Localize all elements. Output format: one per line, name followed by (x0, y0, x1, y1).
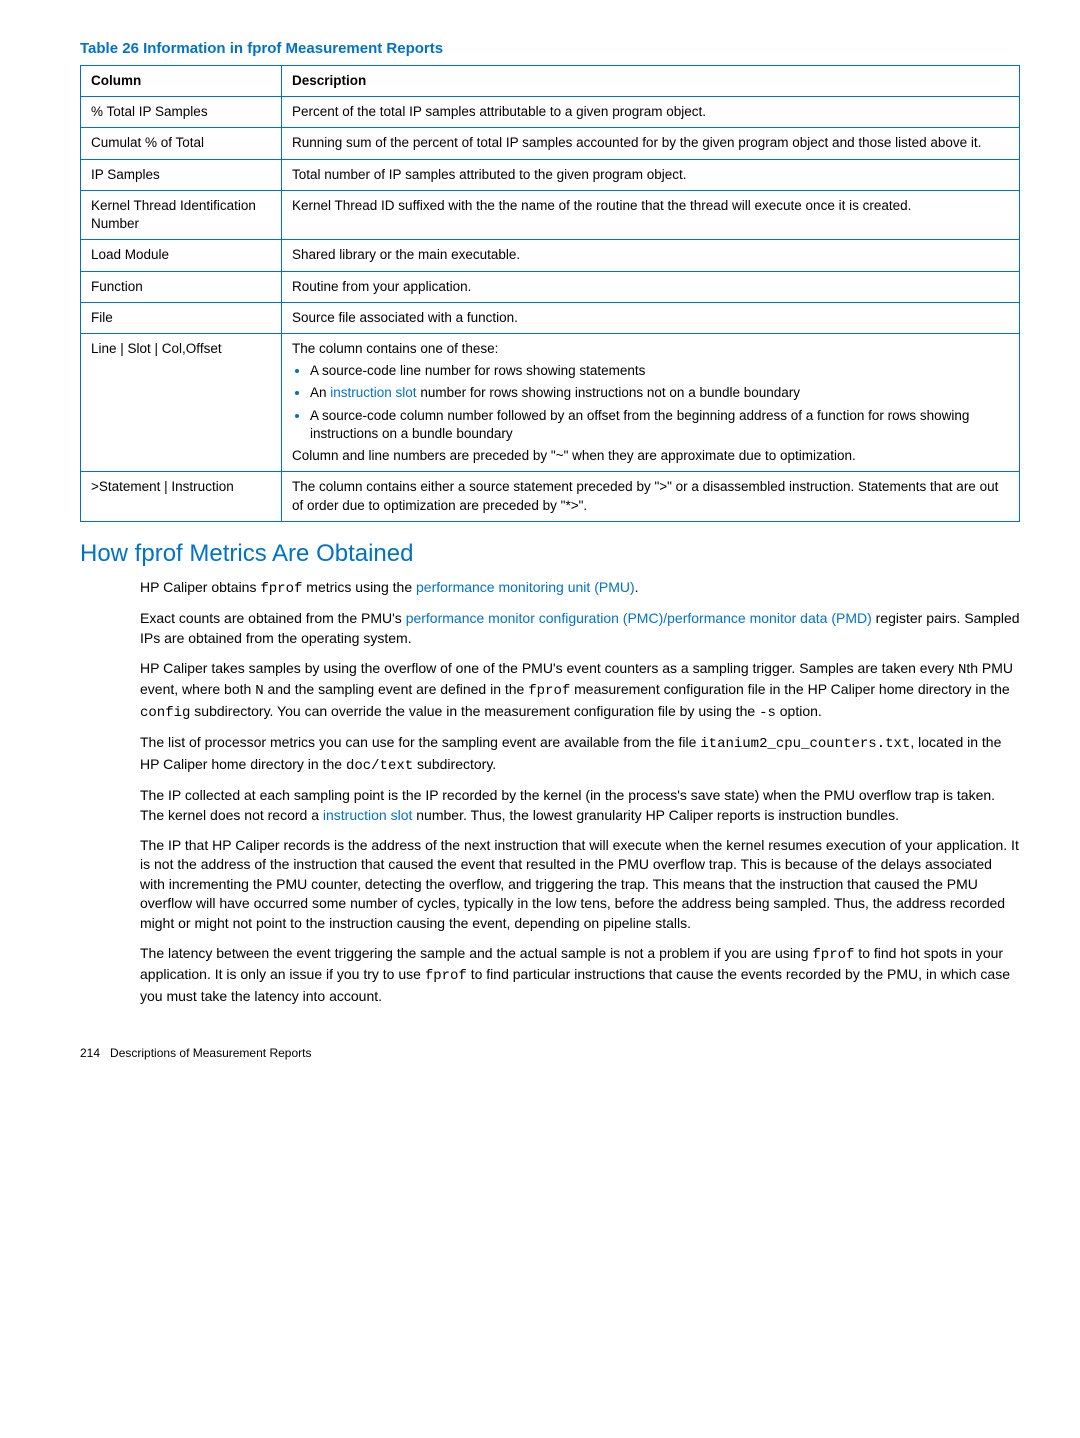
info-table: Column Description % Total IP Samples Pe… (80, 65, 1020, 522)
text: metrics using the (302, 579, 416, 595)
text: . (635, 579, 639, 595)
cell-column: Cumulat % of Total (81, 128, 282, 159)
cell-description: Shared library or the main executable. (282, 240, 1020, 271)
text: number for rows showing instructions not… (417, 385, 800, 400)
text: number. Thus, the lowest granularity HP … (412, 807, 899, 823)
cell-column: Kernel Thread Identification Number (81, 190, 282, 239)
page-number: 214 (80, 1046, 100, 1060)
cell-description: The column contains one of these: A sour… (282, 333, 1020, 471)
header-description: Description (282, 66, 1020, 97)
cell-description: Source file associated with a function. (282, 302, 1020, 333)
text: subdirectory. You can override the value… (190, 703, 759, 719)
pmc-pmd-link[interactable]: performance monitor configuration (PMC)/… (406, 610, 872, 626)
code: fprof (260, 581, 302, 597)
list-item: A source-code column number followed by … (310, 407, 1009, 443)
text: The latency between the event triggering… (140, 945, 812, 961)
paragraph: The latency between the event triggering… (140, 944, 1020, 1007)
table-row: Function Routine from your application. (81, 271, 1020, 302)
text: Exact counts are obtained from the PMU's (140, 610, 406, 626)
cell-description: Routine from your application. (282, 271, 1020, 302)
paragraph: HP Caliper takes samples by using the ov… (140, 659, 1020, 724)
code: doc/text (346, 758, 413, 774)
instruction-slot-link[interactable]: instruction slot (323, 807, 412, 823)
text: measurement configuration file in the HP… (570, 681, 1009, 697)
cell-description: Percent of the total IP samples attribut… (282, 97, 1020, 128)
table-row: Load Module Shared library or the main e… (81, 240, 1020, 271)
list-item: A source-code line number for rows showi… (310, 362, 1009, 380)
table-row: Line | Slot | Col,Offset The column cont… (81, 333, 1020, 471)
cell-column: % Total IP Samples (81, 97, 282, 128)
text: HP Caliper obtains (140, 579, 260, 595)
text: option. (776, 703, 822, 719)
chapter-title: Descriptions of Measurement Reports (110, 1046, 311, 1060)
header-column: Column (81, 66, 282, 97)
text: and the sampling event are defined in th… (264, 681, 529, 697)
paragraph: The list of processor metrics you can us… (140, 733, 1020, 776)
paragraph: The IP collected at each sampling point … (140, 786, 1020, 825)
text: HP Caliper takes samples by using the ov… (140, 660, 958, 676)
table-row: % Total IP Samples Percent of the total … (81, 97, 1020, 128)
cell-column: >Statement | Instruction (81, 472, 282, 521)
code: fprof (812, 947, 854, 963)
cell-description: Kernel Thread ID suffixed with the the n… (282, 190, 1020, 239)
cell-column: Function (81, 271, 282, 302)
table-row: Cumulat % of Total Running sum of the pe… (81, 128, 1020, 159)
pmu-link[interactable]: performance monitoring unit (PMU) (416, 579, 635, 595)
table-header-row: Column Description (81, 66, 1020, 97)
code: -s (759, 705, 776, 721)
paragraph: The IP that HP Caliper records is the ad… (140, 836, 1020, 934)
code: config (140, 705, 190, 721)
code: N (255, 683, 263, 699)
paragraph: HP Caliper obtains fprof metrics using t… (140, 578, 1020, 600)
cell-outro: Column and line numbers are preceded by … (292, 448, 856, 463)
cell-intro: The column contains one of these: (292, 341, 498, 356)
cell-column: File (81, 302, 282, 333)
instruction-slot-link[interactable]: instruction slot (330, 385, 416, 400)
table-row: IP Samples Total number of IP samples at… (81, 159, 1020, 190)
cell-description: The column contains either a source stat… (282, 472, 1020, 521)
code: itanium2_cpu_counters.txt (700, 736, 910, 752)
page-footer: 214 Descriptions of Measurement Reports (80, 1046, 1020, 1060)
cell-description: Running sum of the percent of total IP s… (282, 128, 1020, 159)
cell-column: Load Module (81, 240, 282, 271)
list-item: An instruction slot number for rows show… (310, 384, 1009, 402)
table-row: File Source file associated with a funct… (81, 302, 1020, 333)
text: The list of processor metrics you can us… (140, 734, 700, 750)
paragraph: Exact counts are obtained from the PMU's… (140, 609, 1020, 648)
code: fprof (425, 968, 467, 984)
table-title: Table 26 Information in fprof Measuremen… (80, 40, 1020, 57)
section-heading: How fprof Metrics Are Obtained (80, 540, 1020, 568)
text: subdirectory. (413, 756, 496, 772)
cell-description: Total number of IP samples attributed to… (282, 159, 1020, 190)
table-row: Kernel Thread Identification Number Kern… (81, 190, 1020, 239)
cell-column: IP Samples (81, 159, 282, 190)
code: fprof (528, 683, 570, 699)
text: An (310, 385, 330, 400)
bullet-list: A source-code line number for rows showi… (292, 362, 1009, 443)
cell-column: Line | Slot | Col,Offset (81, 333, 282, 471)
table-row: >Statement | Instruction The column cont… (81, 472, 1020, 521)
body-text: HP Caliper obtains fprof metrics using t… (140, 578, 1020, 1007)
